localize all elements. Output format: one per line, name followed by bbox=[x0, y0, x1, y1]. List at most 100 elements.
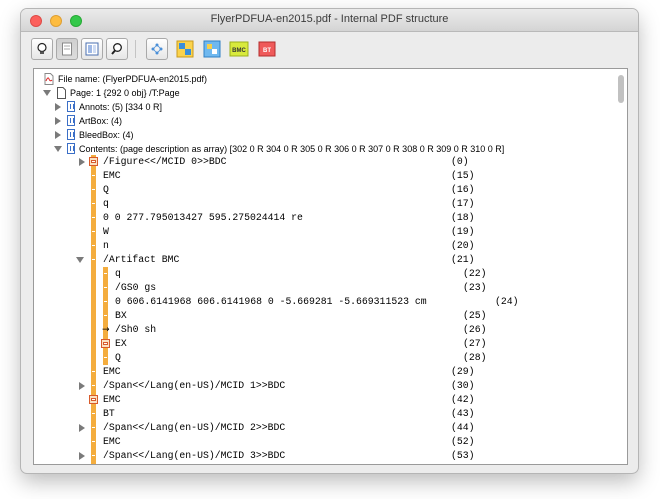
disclosure-closed-icon[interactable] bbox=[79, 158, 85, 166]
array-icon bbox=[67, 115, 75, 126]
nesting-bar bbox=[91, 337, 96, 351]
disclosure-open-icon[interactable] bbox=[54, 146, 62, 152]
operator-text: EX bbox=[115, 338, 127, 349]
two-page-view-button[interactable] bbox=[81, 38, 103, 60]
find-button[interactable] bbox=[106, 38, 128, 60]
operator-marker-icon bbox=[91, 211, 96, 225]
two-page-icon bbox=[85, 42, 99, 56]
operator-text: q bbox=[115, 268, 121, 279]
operator-text: EMC bbox=[103, 366, 121, 377]
operator-index: (27) bbox=[463, 338, 487, 349]
nesting-bar bbox=[91, 351, 96, 365]
disclosure-closed-icon[interactable] bbox=[55, 131, 61, 139]
operator-index: (15) bbox=[451, 170, 475, 181]
operator-text: 0 0 277.795013427 595.275024414 re bbox=[103, 212, 303, 223]
operator-index: (16) bbox=[451, 184, 475, 195]
disclosure-closed-icon[interactable] bbox=[55, 103, 61, 111]
nesting-bar bbox=[91, 295, 96, 309]
bt-puzzle-icon[interactable]: BT bbox=[258, 40, 276, 58]
marked-content-icon bbox=[89, 157, 98, 166]
operator-marker-icon bbox=[91, 435, 96, 449]
nesting-bar bbox=[91, 267, 96, 281]
structure-tree-button[interactable] bbox=[146, 38, 168, 60]
operator-marker-icon bbox=[91, 365, 96, 379]
operator-index: (23) bbox=[463, 282, 487, 293]
operator-text: EMC bbox=[103, 436, 121, 447]
array-icon bbox=[67, 143, 75, 154]
operator-marker-icon bbox=[91, 421, 96, 435]
marked-content-icon bbox=[101, 339, 110, 348]
operator-index: (17) bbox=[451, 198, 475, 209]
toolbar: BMC BT bbox=[21, 32, 638, 66]
toolbar-separator bbox=[135, 40, 136, 58]
operator-index: (29) bbox=[451, 366, 475, 377]
puzzle-blue-2-icon[interactable] bbox=[203, 40, 221, 58]
lightbulb-icon bbox=[37, 42, 47, 54]
operator-index: (56) bbox=[451, 463, 475, 464]
operator-text: EMC bbox=[103, 170, 121, 181]
operator-marker-icon bbox=[91, 239, 96, 253]
operator-text: /Span<</Lang(en-US)/MCID 2>>BDC bbox=[103, 422, 286, 433]
operator-marker-icon bbox=[103, 295, 108, 309]
operator-marker-icon bbox=[103, 309, 108, 323]
operator-index: (20) bbox=[451, 240, 475, 251]
node-tree-icon bbox=[151, 43, 163, 55]
operator-index: (42) bbox=[451, 394, 475, 405]
operator-text: /Span<</Lang(en-US)/MCID 3>>BDC bbox=[103, 450, 286, 461]
array-icon bbox=[67, 129, 75, 140]
operator-index: (22) bbox=[463, 268, 487, 279]
disclosure-closed-icon[interactable] bbox=[79, 382, 85, 390]
file-name-label: File name: (FlyerPDFUA-en2015.pdf) bbox=[58, 74, 208, 84]
operator-marker-icon bbox=[91, 197, 96, 211]
operator-text: 0 606.6141968 606.6141968 0 -5.669281 -5… bbox=[115, 296, 427, 307]
pdf-structure-window: FlyerPDFUA-en2015.pdf - Internal PDF str… bbox=[21, 9, 638, 473]
disclosure-open-icon[interactable] bbox=[43, 90, 51, 96]
operator-marker-icon bbox=[91, 407, 96, 421]
structure-tree-panel[interactable]: File name: (FlyerPDFUA-en2015.pdf) Page:… bbox=[33, 68, 628, 465]
disclosure-closed-icon[interactable] bbox=[55, 117, 61, 125]
operator-marker-icon bbox=[91, 225, 96, 239]
operator-index: (26) bbox=[463, 324, 487, 335]
operator-text: /Sh0 sh bbox=[115, 324, 157, 335]
operator-marker-icon bbox=[91, 449, 96, 463]
operator-marker-icon bbox=[91, 169, 96, 183]
operator-marker-icon bbox=[91, 379, 96, 393]
disclosure-open-icon[interactable] bbox=[76, 257, 84, 263]
operator-marker-icon bbox=[103, 281, 108, 295]
title-bar[interactable]: FlyerPDFUA-en2015.pdf - Internal PDF str… bbox=[21, 9, 638, 32]
operator-index: (53) bbox=[451, 450, 475, 461]
nesting-bar bbox=[91, 281, 96, 295]
operator-index: (52) bbox=[451, 436, 475, 447]
operator-marker-icon bbox=[91, 463, 96, 464]
nesting-bar bbox=[91, 309, 96, 323]
bmc-label: BMC bbox=[232, 48, 246, 54]
page-view-button[interactable] bbox=[56, 38, 78, 60]
puzzle-blue-icon[interactable] bbox=[176, 40, 194, 58]
operator-text: W bbox=[103, 226, 109, 237]
disclosure-closed-icon[interactable] bbox=[79, 452, 85, 460]
pdf-file-icon bbox=[44, 73, 54, 85]
operator-index: (21) bbox=[451, 254, 475, 265]
bt-label: BT bbox=[263, 48, 271, 54]
operator-marker-icon bbox=[103, 351, 108, 365]
bmc-puzzle-icon[interactable]: BMC bbox=[229, 40, 249, 58]
operator-marker-icon bbox=[91, 253, 96, 267]
operator-index: (18) bbox=[451, 212, 475, 223]
annots-label: Annots: (5) [334 0 R] bbox=[79, 102, 163, 112]
window-title: FlyerPDFUA-en2015.pdf - Internal PDF str… bbox=[210, 13, 449, 25]
operator-text: /Figure<</MCID 0>>BDC bbox=[103, 156, 227, 167]
scrollbar[interactable] bbox=[616, 72, 625, 460]
operator-text: EMC bbox=[103, 463, 121, 464]
operator-index: (28) bbox=[463, 352, 487, 363]
disclosure-closed-icon[interactable] bbox=[79, 424, 85, 432]
operator-text: q bbox=[103, 198, 109, 209]
page-label: Page: 1 {292 0 obj} /T:Page bbox=[70, 88, 180, 98]
operator-text: BX bbox=[115, 310, 127, 321]
nesting-bar bbox=[91, 323, 96, 337]
operator-index: (0) bbox=[451, 156, 469, 167]
scrollbar-thumb[interactable] bbox=[618, 75, 624, 103]
operator-marker-icon bbox=[103, 267, 108, 281]
lightbulb-button[interactable] bbox=[31, 38, 53, 60]
marked-content-icon bbox=[89, 395, 98, 404]
operator-text: Q bbox=[103, 184, 109, 195]
